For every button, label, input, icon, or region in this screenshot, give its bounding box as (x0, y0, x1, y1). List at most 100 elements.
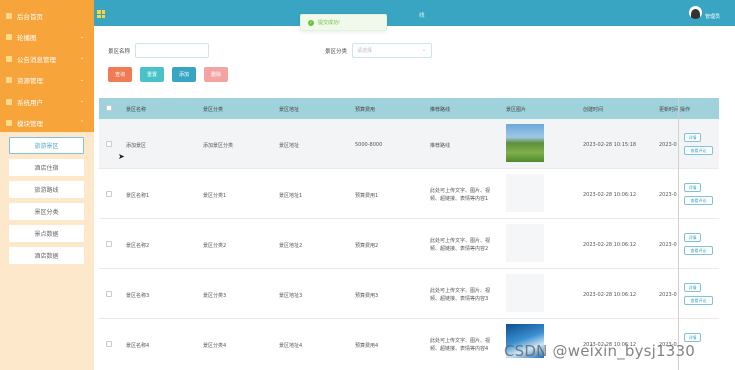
header-created: 创建时间 (583, 107, 604, 113)
cell-route: 频、超链接、表情等内容1 (430, 196, 489, 202)
cell-name: 景区名称2 (126, 243, 150, 249)
sidebar-item-resource[interactable]: 资源管理 ⌄ (0, 70, 94, 92)
table-row[interactable]: 景区名称2 景区分类2 景区地址2 预算费用2 此处可上传文字、图片、视 频、超… (99, 219, 719, 269)
cell-budget: 预算费用2 (355, 243, 379, 249)
cell-created: 2023-02-28 10:06:12 (583, 192, 637, 198)
chevron-down-icon: ⌄ (421, 47, 427, 53)
reset-button[interactable]: 重置 (140, 67, 164, 82)
cell-route: 频、超链接、表情等内容2 (430, 246, 489, 252)
sidebar-item-modules[interactable]: 模块管理 ⌃ (0, 113, 94, 135)
cell-address: 景区地址4 (279, 343, 303, 349)
sub-item-spot-data[interactable]: 景点数据 (9, 225, 84, 242)
sidebar-item-users[interactable]: 系统用户 ⌄ (0, 91, 94, 113)
detail-button[interactable]: 详情 (684, 233, 701, 242)
select-all-checkbox[interactable] (106, 105, 112, 111)
search-filters: 景区名称 景区分类 请选择 ⌄ (108, 43, 433, 58)
cell-address: 景区地址1 (279, 193, 303, 199)
cell-route: 频、超链接、表情等内容4 (430, 346, 489, 352)
sub-item-hotel-data[interactable]: 酒店数据 (9, 247, 84, 264)
sub-item-scenic[interactable]: 旅游景区 (9, 137, 84, 154)
sidebar-item-notice[interactable]: 公告消息管理 ⌄ (0, 48, 94, 70)
sub-item-hotel[interactable]: 酒店住宿 (9, 159, 84, 176)
header-actions: 操作 (680, 107, 691, 113)
sidebar-item-home[interactable]: 后台首页 (0, 5, 94, 27)
cell-updated: 2023-0 (659, 292, 677, 298)
table-row[interactable]: 添加景区 添加景区分类 景区地址 5000-8000 推荐路线 2023-02-… (99, 119, 719, 169)
chevron-down-icon: ⌄ (79, 55, 84, 61)
sidebar-menu: 后台首页 轮播图 ⌄ 公告消息管理 ⌄ 资源管理 ⌄ 系统用户 ⌄ 模块管理 ⌃ (0, 0, 94, 132)
sub-item-route[interactable]: 旅游路线 (9, 181, 84, 198)
sidebar-item-carousel[interactable]: 轮播图 ⌄ (0, 27, 94, 49)
chevron-up-icon: ⌃ (79, 119, 84, 126)
query-button[interactable]: 查询 (108, 67, 132, 82)
data-table: 景区名称 景区分类 景区地址 预算费用 推荐路线 景区图片 创建时间 更新时间 … (99, 98, 719, 359)
review-button[interactable]: 查看评论 (684, 296, 713, 305)
cell-name: 景区名称4 (126, 343, 150, 349)
sidebar: 后台首页 轮播图 ⌄ 公告消息管理 ⌄ 资源管理 ⌄ 系统用户 ⌄ 模块管理 ⌃ 旅游景区… (0, 0, 94, 370)
cell-route: 频、超链接、表情等内容3 (430, 296, 489, 302)
detail-button[interactable]: 详情 (684, 283, 701, 292)
category-label: 景区分类 (325, 48, 348, 55)
cell-address: 景区地址2 (279, 243, 303, 249)
review-button[interactable]: 查看评论 (684, 146, 713, 155)
row-checkbox[interactable] (106, 241, 112, 247)
row-checkbox[interactable] (106, 341, 112, 347)
review-button[interactable]: 查看评论 (684, 196, 713, 205)
cell-name: 添加景区 (126, 143, 147, 149)
delete-button[interactable]: 删除 (204, 67, 228, 82)
detail-button[interactable]: 详情 (684, 133, 701, 142)
page-title: 线 (419, 13, 425, 19)
action-buttons: 查询 重置 添加 删除 (108, 67, 236, 82)
image-placeholder (506, 274, 544, 312)
cell-name: 景区名称1 (126, 193, 150, 199)
cell-address: 景区地址3 (279, 293, 303, 299)
home-icon (6, 12, 12, 19)
cell-updated: 2023-0 (659, 242, 677, 248)
review-button[interactable]: 查看评论 (684, 246, 713, 255)
header-image: 景区图片 (506, 107, 527, 113)
cell-category: 景区分类1 (203, 193, 227, 199)
cell-route: 此处可上传文字、图片、视 (430, 238, 491, 244)
category-select[interactable]: 请选择 ⌄ (352, 43, 433, 58)
cell-address: 景区地址 (279, 143, 300, 149)
top-bar: 线 管理员 (94, 0, 735, 26)
table-header: 景区名称 景区分类 景区地址 预算费用 推荐路线 景区图片 创建时间 更新时间 … (99, 98, 719, 119)
sub-item-category[interactable]: 景区分类 (9, 203, 84, 220)
header-name: 景区名称 (126, 107, 147, 113)
bell-icon (6, 55, 12, 62)
cell-budget: 预算费用3 (355, 293, 379, 299)
chevron-down-icon: ⌄ (79, 98, 84, 104)
header-route: 推荐路线 (430, 107, 451, 113)
row-checkbox[interactable] (106, 141, 112, 147)
cell-created: 2023-02-28 10:06:12 (583, 242, 637, 248)
table-row[interactable]: 景区名称3 景区分类3 景区地址3 预算费用3 此处可上传文字、图片、视 频、超… (99, 269, 719, 319)
cell-budget: 5000-8000 (355, 142, 383, 148)
cell-created: 2023-02-28 10:06:12 (583, 292, 637, 298)
cell-name: 景区名称3 (126, 293, 150, 299)
header-budget: 预算费用 (355, 107, 376, 113)
cell-route: 推荐路线 (430, 143, 451, 149)
image-placeholder (506, 224, 544, 262)
user-name[interactable]: 管理员 (705, 13, 720, 20)
chevron-down-icon: ⌄ (79, 33, 84, 40)
row-checkbox[interactable] (106, 291, 112, 297)
cell-route: 此处可上传文字、图片、视 (430, 188, 491, 194)
name-search-input[interactable] (135, 43, 210, 58)
menu-grid-icon[interactable] (97, 10, 105, 18)
detail-button[interactable]: 详情 (684, 183, 701, 192)
cell-category: 添加景区分类 (203, 143, 234, 149)
add-button[interactable]: 添加 (172, 67, 196, 82)
image-placeholder (506, 174, 544, 212)
watermark: CSDN @weixin_bysj1330 (504, 342, 696, 360)
cell-updated: 2023-0 (659, 142, 677, 148)
detail-button[interactable]: 详情 (684, 333, 701, 342)
image-icon (6, 34, 12, 41)
avatar[interactable] (689, 6, 702, 19)
cell-route: 此处可上传文字、图片、视 (430, 288, 491, 294)
scroll-divider (678, 98, 679, 370)
table-row[interactable]: 景区名称1 景区分类1 景区地址1 预算费用1 此处可上传文字、图片、视 频、超… (99, 169, 719, 219)
cell-budget: 预算费用4 (355, 343, 379, 349)
success-toast: ✓ 提交成功! (300, 14, 387, 31)
row-checkbox[interactable] (106, 191, 112, 197)
landscape-image (506, 124, 544, 162)
